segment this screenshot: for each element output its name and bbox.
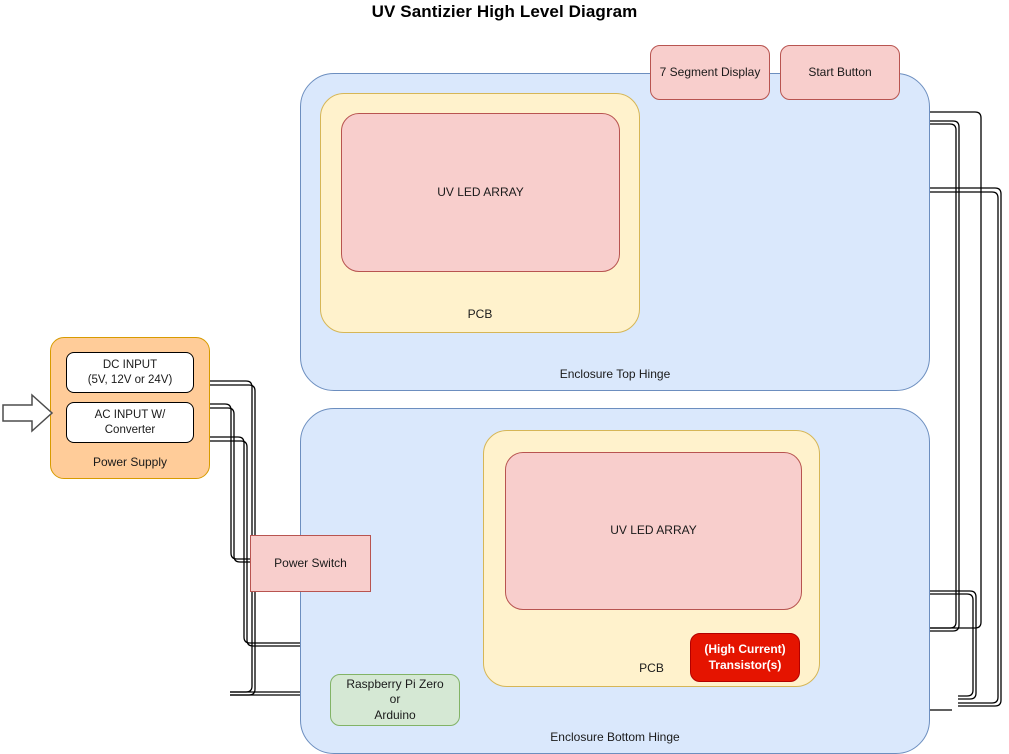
microcontroller-label: Raspberry Pi Zero or Arduino [346,676,444,722]
power-supply-label: Power Supply [92,454,168,469]
ac-input-label: AC INPUT W/ Converter [94,408,166,436]
start-button[interactable]: Start Button [780,45,900,100]
diagram-canvas: UV Santizier High Level Diagram Enclosur… [0,0,1009,754]
seven-segment-display-label: 7 Segment Display [659,64,761,79]
start-button-label: Start Button [808,64,872,79]
power-switch[interactable]: Power Switch [250,535,371,592]
uv-led-array-bottom-label: UV LED ARRAY [610,523,697,538]
uv-led-array-top: UV LED ARRAY [341,113,620,272]
transistor-label: (High Current) Transistor(s) [704,642,786,672]
enclosure-bottom-hinge-label: Enclosure Bottom Hinge [550,729,680,744]
block-arrow-right-icon [2,393,54,433]
dc-input-label: DC INPUT (5V, 12V or 24V) [87,358,173,386]
page-title: UV Santizier High Level Diagram [371,2,638,21]
microcontroller: Raspberry Pi Zero or Arduino [330,674,460,726]
transistor: (High Current) Transistor(s) [690,633,800,682]
pcb-bottom-label: PCB [639,660,664,675]
enclosure-top-hinge-label: Enclosure Top Hinge [559,366,671,381]
seven-segment-display[interactable]: 7 Segment Display [650,45,770,100]
power-switch-label: Power Switch [274,555,347,570]
ac-input: AC INPUT W/ Converter [66,402,194,443]
dc-input: DC INPUT (5V, 12V or 24V) [66,352,194,393]
uv-led-array-top-label: UV LED ARRAY [437,184,524,199]
uv-led-array-bottom: UV LED ARRAY [505,452,802,610]
pcb-top-label: PCB [467,306,493,321]
